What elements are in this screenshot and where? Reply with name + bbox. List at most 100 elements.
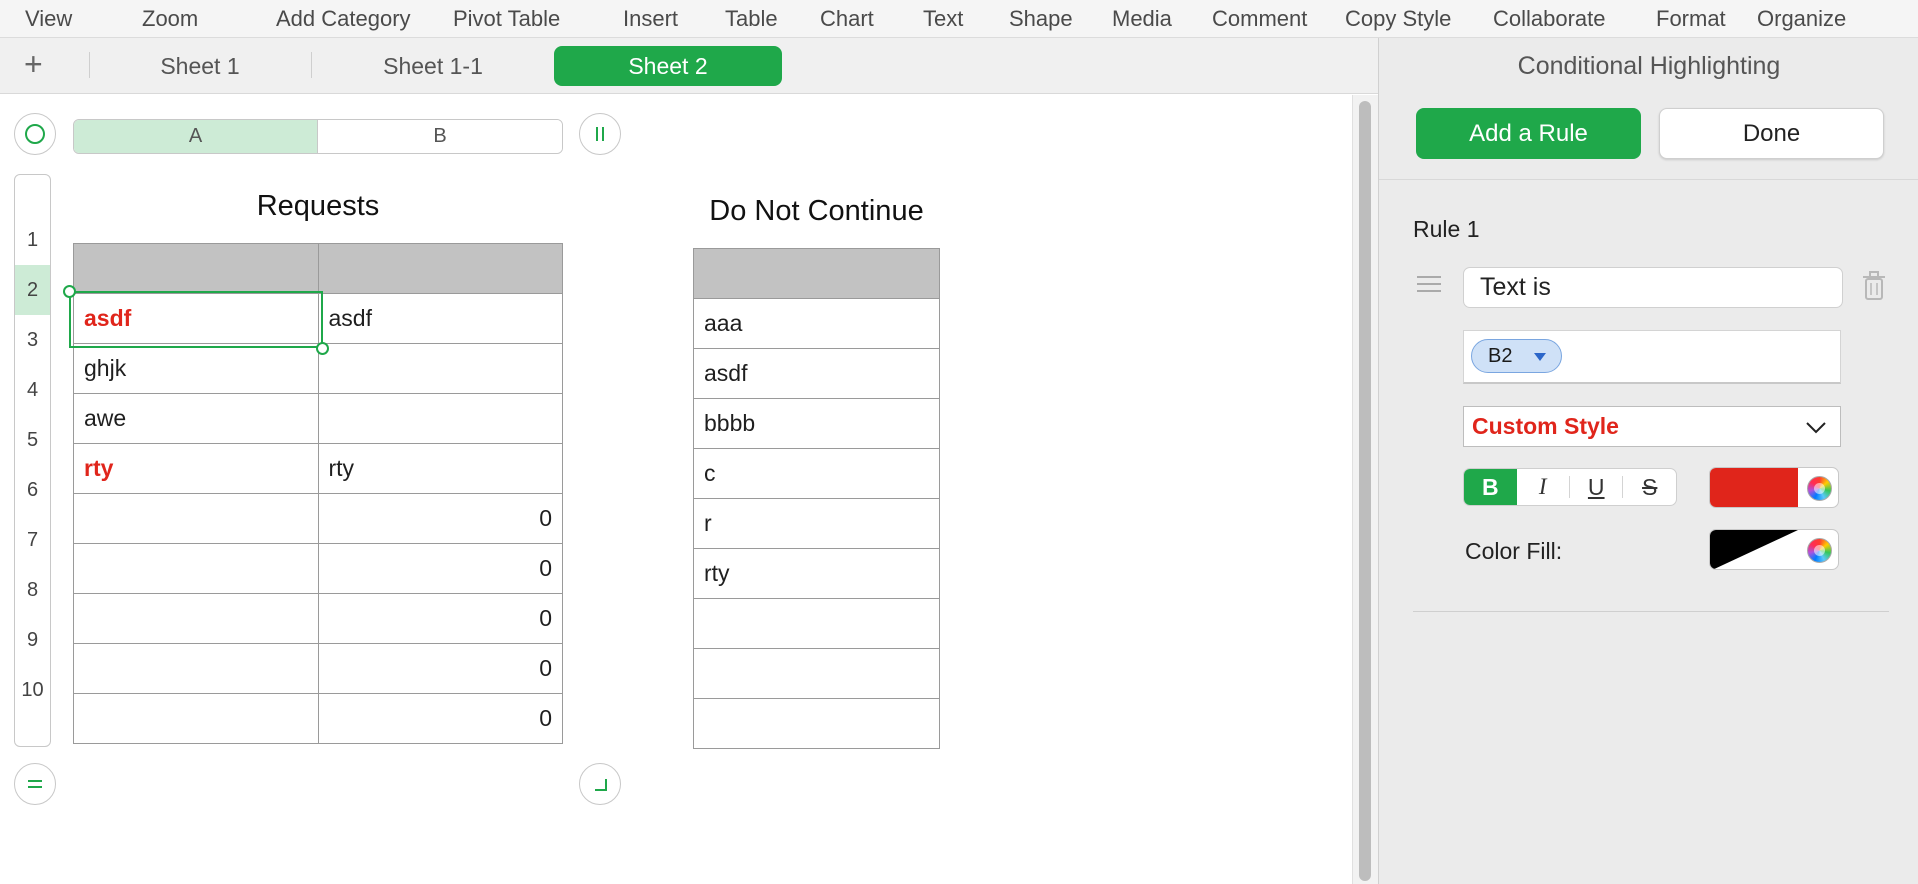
bold-button[interactable]: B: [1464, 469, 1517, 505]
menu-bar: View Zoom Add Category Pivot Table Inser…: [0, 0, 1918, 38]
row-header[interactable]: 2: [15, 265, 50, 315]
menu-text[interactable]: Text: [923, 6, 963, 32]
menu-organize[interactable]: Organize: [1757, 6, 1846, 32]
row-header[interactable]: 6: [15, 465, 50, 515]
menu-collaborate[interactable]: Collaborate: [1493, 6, 1606, 32]
menu-zoom[interactable]: Zoom: [142, 6, 198, 32]
row-header-bar: 1 2 3 4 5 6 7 8 9 10: [14, 174, 51, 747]
table-cell[interactable]: rty: [317, 443, 563, 494]
menu-shape[interactable]: Shape: [1009, 6, 1073, 32]
menu-insert[interactable]: Insert: [623, 6, 678, 32]
strikethrough-button[interactable]: S: [1623, 469, 1676, 505]
table-cell[interactable]: ghjk: [73, 343, 319, 394]
tab-divider: [89, 52, 90, 78]
fill-color-well[interactable]: [1709, 529, 1839, 570]
scrollbar-thumb[interactable]: [1359, 101, 1371, 881]
table-cell[interactable]: 0: [317, 493, 563, 544]
style-select[interactable]: Custom Style: [1463, 406, 1841, 447]
table-title-do-not-continue[interactable]: Do Not Continue: [693, 195, 940, 228]
column-header-bar: A B: [73, 119, 563, 154]
tab-sheet-1-1[interactable]: Sheet 1-1: [338, 46, 528, 86]
table-cell[interactable]: [73, 643, 319, 694]
table-cell[interactable]: [73, 593, 319, 644]
row-header[interactable]: 1: [15, 215, 50, 265]
table-cell[interactable]: 0: [317, 643, 563, 694]
column-header-b[interactable]: B: [318, 120, 562, 153]
drag-handle-icon[interactable]: [1417, 276, 1441, 297]
table-cell[interactable]: [73, 543, 319, 594]
cell-selection[interactable]: [69, 291, 323, 348]
table-cell[interactable]: [73, 693, 319, 744]
table-cell[interactable]: c: [693, 448, 940, 499]
table-row: 0: [73, 593, 563, 644]
menu-copy-style[interactable]: Copy Style: [1345, 6, 1451, 32]
add-sheet-button[interactable]: +: [24, 48, 43, 80]
table-cell[interactable]: r: [693, 498, 940, 549]
menu-chart[interactable]: Chart: [820, 6, 874, 32]
table-cell[interactable]: asdf: [317, 293, 563, 344]
add-column-handle[interactable]: [579, 113, 621, 155]
table-cell[interactable]: [317, 343, 563, 394]
no-fill-swatch[interactable]: [1710, 530, 1798, 569]
row-header[interactable]: 10: [15, 665, 50, 715]
menu-pivot-table[interactable]: Pivot Table: [453, 6, 560, 32]
resize-table-handle[interactable]: [579, 763, 621, 805]
italic-button[interactable]: I: [1517, 469, 1570, 505]
selection-handle[interactable]: [316, 342, 329, 355]
row-header[interactable]: 7: [15, 515, 50, 565]
menu-media[interactable]: Media: [1112, 6, 1172, 32]
tab-sheet-1[interactable]: Sheet 1: [110, 46, 290, 86]
row-header[interactable]: 8: [15, 565, 50, 615]
menu-view[interactable]: View: [25, 6, 72, 32]
table-cell[interactable]: [317, 393, 563, 444]
vertical-scrollbar[interactable]: [1352, 95, 1378, 884]
table-cell[interactable]: [693, 698, 940, 749]
underline-button[interactable]: U: [1570, 469, 1623, 505]
table-cell[interactable]: [73, 493, 319, 544]
row-header[interactable]: 5: [15, 415, 50, 465]
color-wheel-icon[interactable]: [1807, 538, 1832, 563]
table-cell[interactable]: 0: [317, 693, 563, 744]
table-cell[interactable]: rty: [693, 548, 940, 599]
menu-add-category[interactable]: Add Category: [276, 6, 411, 32]
text-color-swatch[interactable]: [1710, 468, 1798, 507]
add-rule-button[interactable]: Add a Rule: [1416, 108, 1641, 159]
row-header[interactable]: 3: [15, 315, 50, 365]
table-row: 0: [73, 543, 563, 594]
table-cell[interactable]: rty: [73, 443, 319, 494]
table-cell[interactable]: aaa: [693, 298, 940, 349]
table-title-requests[interactable]: Requests: [73, 190, 563, 223]
add-row-handle[interactable]: [14, 763, 56, 805]
table-cell[interactable]: bbbb: [693, 398, 940, 449]
table-cell[interactable]: 0: [317, 593, 563, 644]
menu-table[interactable]: Table: [725, 6, 778, 32]
color-wheel-icon[interactable]: [1807, 476, 1832, 501]
text-color-well[interactable]: [1709, 467, 1839, 508]
table-cell[interactable]: [73, 243, 319, 294]
column-header-a[interactable]: A: [74, 120, 318, 153]
row-header[interactable]: 9: [15, 615, 50, 665]
trash-icon[interactable]: [1862, 271, 1886, 301]
table-cell[interactable]: [693, 248, 940, 299]
select-table-button[interactable]: [14, 113, 56, 155]
rule-label: Rule 1: [1413, 216, 1480, 242]
cell-reference-token[interactable]: B2: [1471, 339, 1562, 373]
tab-sheet-2[interactable]: Sheet 2: [554, 46, 782, 86]
rule-type-select[interactable]: Text is: [1463, 267, 1843, 308]
table-cell[interactable]: [317, 243, 563, 294]
table-cell[interactable]: asdf: [693, 348, 940, 399]
table-cell[interactable]: awe: [73, 393, 319, 444]
cell-reference-field[interactable]: B2: [1463, 330, 1841, 384]
table-row: [693, 698, 940, 749]
row-header[interactable]: 4: [15, 365, 50, 415]
done-button[interactable]: Done: [1659, 108, 1884, 159]
table-cell[interactable]: [693, 648, 940, 699]
menu-format[interactable]: Format: [1656, 6, 1726, 32]
text-format-group: B I U S: [1463, 468, 1677, 506]
selection-handle[interactable]: [63, 285, 76, 298]
table-cell[interactable]: 0: [317, 543, 563, 594]
do-not-continue-table: aaa asdf bbbb c r rty: [693, 248, 940, 749]
table-row: 0: [73, 643, 563, 694]
table-cell[interactable]: [693, 598, 940, 649]
menu-comment[interactable]: Comment: [1212, 6, 1307, 32]
